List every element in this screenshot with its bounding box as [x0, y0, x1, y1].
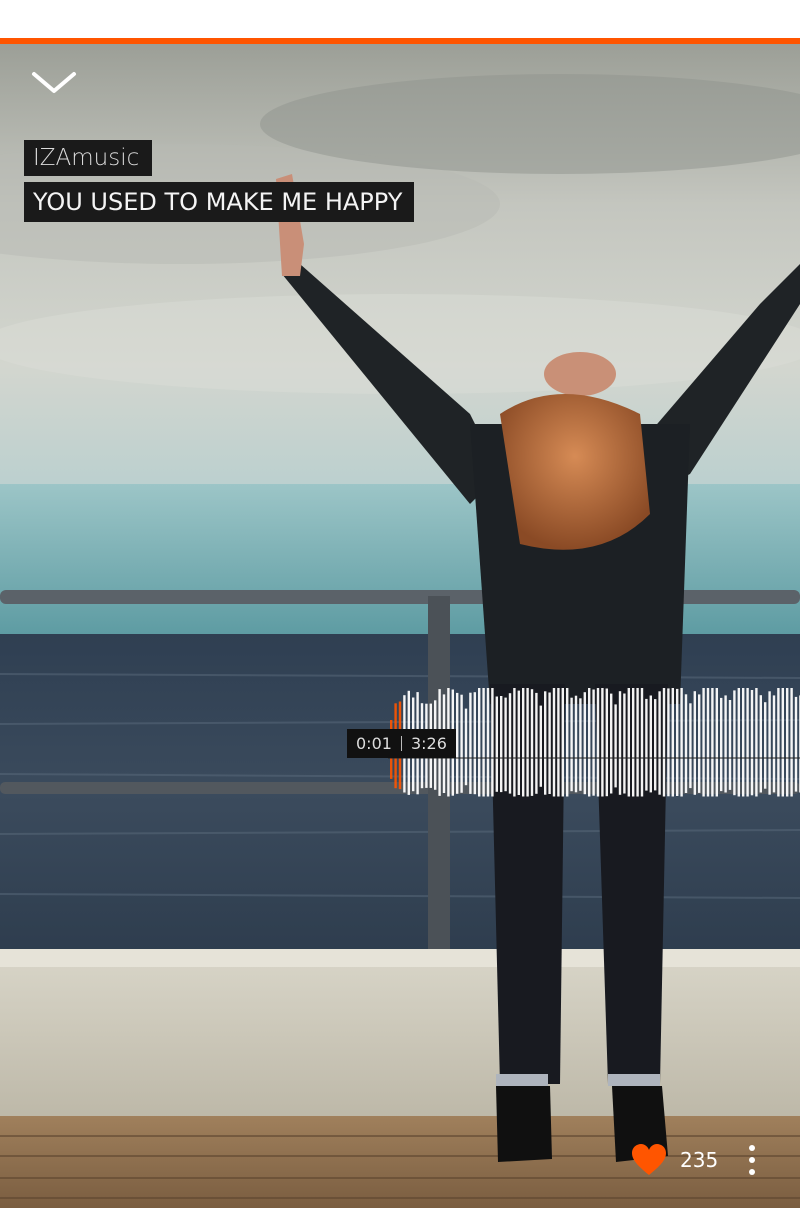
- waveform-bar: [715, 688, 718, 797]
- waveform-bar: [764, 702, 767, 789]
- waveform-bar: [460, 694, 463, 793]
- waveform-bar: [684, 694, 688, 793]
- waveform-bar: [548, 692, 551, 794]
- waveform-bar: [561, 688, 564, 797]
- waveform-bar: [601, 688, 604, 797]
- waveform-bar: [632, 688, 635, 797]
- waveform-bar: [574, 695, 578, 793]
- waveform-bar: [649, 695, 652, 793]
- waveform-bar: [504, 697, 507, 792]
- waveform-bar: [579, 698, 582, 791]
- waveform-bar: [724, 695, 727, 793]
- waveform-bar: [469, 692, 472, 794]
- time-separator: [400, 736, 402, 751]
- waveform-bar: [720, 697, 723, 792]
- waveform-bar: [592, 689, 595, 796]
- waveform-bar: [768, 691, 771, 795]
- waveform-bar: [777, 688, 780, 797]
- waveform-bar: [495, 696, 498, 792]
- waveform-bar: [706, 688, 710, 797]
- waveform-bar: [667, 688, 670, 797]
- waveform-bar: [588, 688, 591, 797]
- waveform-bar: [618, 691, 622, 795]
- waveform-bar: [737, 688, 740, 797]
- waveform-bar: [610, 693, 613, 794]
- waveform-bar: [636, 688, 639, 797]
- waveform-bar: [473, 692, 476, 795]
- waveform-bar: [662, 688, 666, 797]
- waveform-bar: [742, 688, 745, 797]
- waveform-bar: [711, 688, 714, 797]
- waveform-bar: [640, 688, 644, 797]
- waveform-bar: [552, 688, 556, 797]
- collapse-chevron-down-icon[interactable]: [30, 66, 78, 98]
- waveform-bar: [544, 691, 547, 795]
- waveform-bar: [570, 697, 573, 792]
- waveform-bar: [508, 693, 512, 794]
- waveform-bar: [755, 688, 758, 797]
- waveform-bar: [491, 688, 494, 797]
- waveform-bar: [671, 688, 674, 797]
- waveform-bar: [728, 700, 732, 790]
- waveform-bar: [627, 688, 630, 797]
- waveform-bar: [482, 688, 485, 797]
- track-title: YOU USED TO MAKE ME HAPPY: [24, 182, 415, 222]
- waveform-bar: [759, 695, 762, 793]
- more-vertical-icon[interactable]: [740, 1142, 764, 1178]
- waveform-bar: [456, 692, 459, 794]
- waveform-bar: [680, 688, 683, 797]
- elapsed-time: 0:01: [356, 734, 392, 753]
- waveform-bar: [676, 688, 679, 796]
- waveform-bar: [702, 688, 705, 797]
- waveform-bar: [583, 692, 586, 795]
- waveform-bar: [750, 690, 754, 796]
- artist-name[interactable]: IZAmusic: [24, 140, 153, 176]
- track-duration: 3:26: [410, 734, 447, 753]
- waveform-bar: [693, 691, 696, 795]
- waveform-bar: [535, 692, 538, 794]
- waveform-bar: [605, 688, 608, 797]
- waveform-bar: [689, 703, 692, 789]
- waveform-bar: [658, 691, 661, 795]
- waveform-bar: [698, 694, 701, 793]
- waveform-bar: [772, 695, 776, 793]
- waveform-bar: [746, 688, 749, 797]
- waveform-bar: [645, 698, 648, 791]
- waveform-bar: [522, 688, 525, 797]
- waveform-bar: [526, 688, 529, 797]
- waveform-bar: [794, 696, 798, 792]
- waveform-bar: [513, 688, 516, 797]
- heart-icon[interactable]: [630, 1142, 668, 1178]
- status-bar: [0, 0, 800, 38]
- waveform-bar: [539, 705, 542, 787]
- waveform-bar: [596, 688, 600, 797]
- waveform-bar: [557, 688, 560, 797]
- waveform-bar: [790, 688, 793, 797]
- waveform-bar: [566, 688, 569, 797]
- waveform-bar: [654, 699, 657, 791]
- waveform-bar: [500, 696, 503, 793]
- waveform-bar: [786, 688, 789, 797]
- waveform-bar: [464, 708, 468, 786]
- waveform-bar: [530, 689, 534, 796]
- waveform-bar: [478, 688, 481, 797]
- waveform-bar: [486, 688, 490, 797]
- waveform-bar: [623, 693, 626, 794]
- waveform-bar: [614, 704, 617, 788]
- playback-time: 0:01 3:26: [347, 729, 456, 758]
- waveform-bar: [781, 688, 784, 797]
- like-count: 235: [680, 1148, 719, 1172]
- waveform-bar: [517, 690, 520, 795]
- waveform-bar: [733, 690, 736, 796]
